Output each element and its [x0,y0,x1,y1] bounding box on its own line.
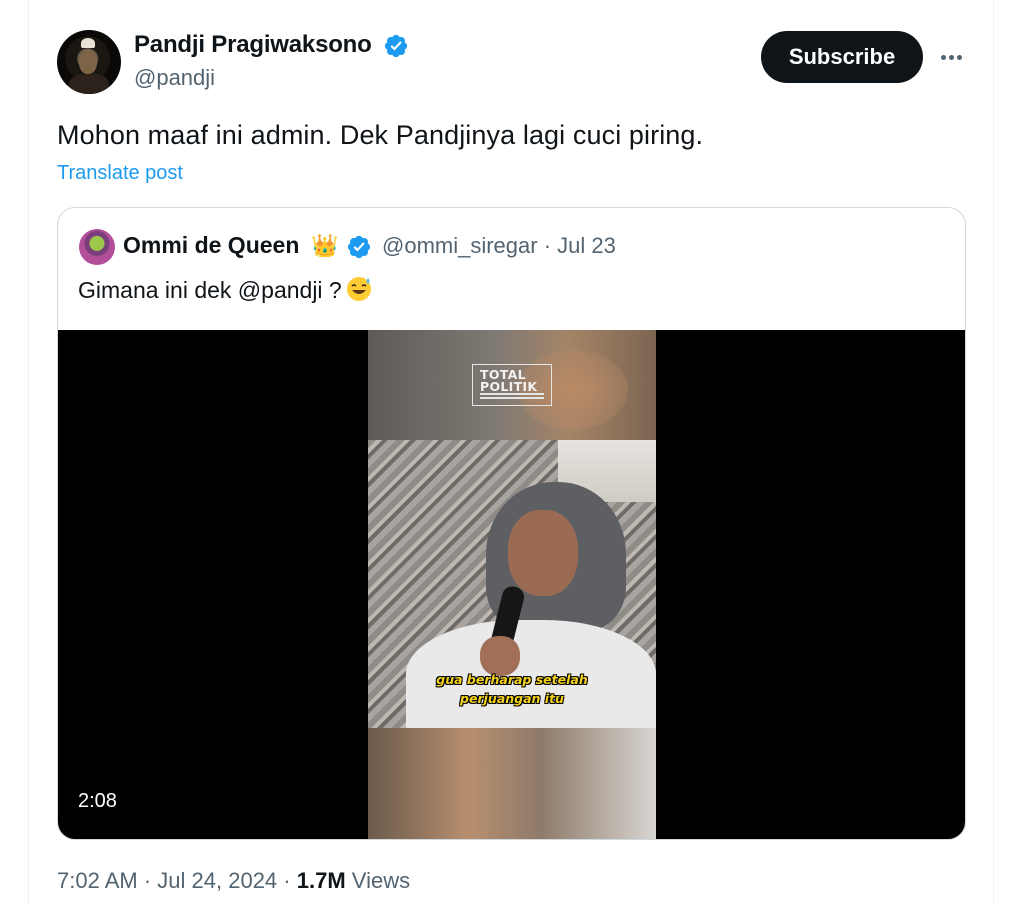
author-display-name[interactable]: Pandji Pragiwaksono [134,31,372,59]
more-options-icon[interactable] [932,40,970,74]
dot-icon [948,54,954,60]
watermark-line-2: POLITIK [480,379,538,394]
quoted-post-text-body: Gimana ini dek @pandji ? [78,277,342,303]
quoted-author-display-name[interactable]: Ommi de Queen [123,232,299,259]
subtitle-line-2: perjuangan itu [460,691,564,706]
post-time[interactable]: 7:02 AM [57,868,138,893]
total-politik-watermark: TOTAL POLITIK [472,364,552,406]
blurred-bottom-area [368,728,656,839]
author-handle[interactable]: @pandji [134,65,215,91]
video-player[interactable]: TOTAL POLITIK gua berharap setelah perju… [58,330,965,839]
video-frame: TOTAL POLITIK gua berharap setelah perju… [368,330,656,839]
avatar-face-shape [79,50,97,74]
video-duration: 2:08 [78,790,117,812]
scene-face-shape [508,510,578,596]
quoted-post-card[interactable]: Ommi de Queen 👑 @ommi_siregar · Jul 23 G… [57,207,966,840]
translate-post-link[interactable]: Translate post [57,162,183,185]
post-timestamp: 7:02 AM · Jul 24, 2024 · 1.7M Views [57,868,410,894]
quoted-post-text: Gimana ini dek @pandji ? [78,274,373,304]
post-text: Mohon maaf ini admin. Dek Pandjinya lagi… [57,120,704,150]
subtitle-line-1: gua berharap setelah [436,672,588,687]
avatar-hat-shape [81,38,95,48]
author-avatar[interactable] [57,30,121,94]
avatar-shirt-shape [69,74,109,94]
quoted-handle-and-date[interactable]: @ommi_siregar · Jul 23 [382,233,616,259]
video-subtitle: gua berharap setelah perjuangan itu [368,670,656,708]
post-date[interactable]: Jul 24, 2024 [157,868,277,893]
separator-dot: · [283,868,291,893]
video-scene: gua berharap setelah perjuangan itu [368,440,656,728]
views-label: Views [351,868,411,893]
verified-badge-icon[interactable] [346,234,372,260]
crown-emoji-icon: 👑 [311,233,339,258]
separator-dot: · [143,868,152,893]
dot-icon [940,54,946,60]
timeline-border-right [993,0,994,904]
sweat-smile-emoji-icon [346,277,371,301]
watermark-bars [480,393,544,400]
dot-icon [956,54,962,60]
timeline-border-left [28,0,29,904]
quoted-author-avatar[interactable] [79,229,115,265]
subscribe-button[interactable]: Subscribe [761,31,923,83]
views-count[interactable]: 1.7M [297,868,346,893]
verified-badge-icon[interactable] [383,33,409,59]
